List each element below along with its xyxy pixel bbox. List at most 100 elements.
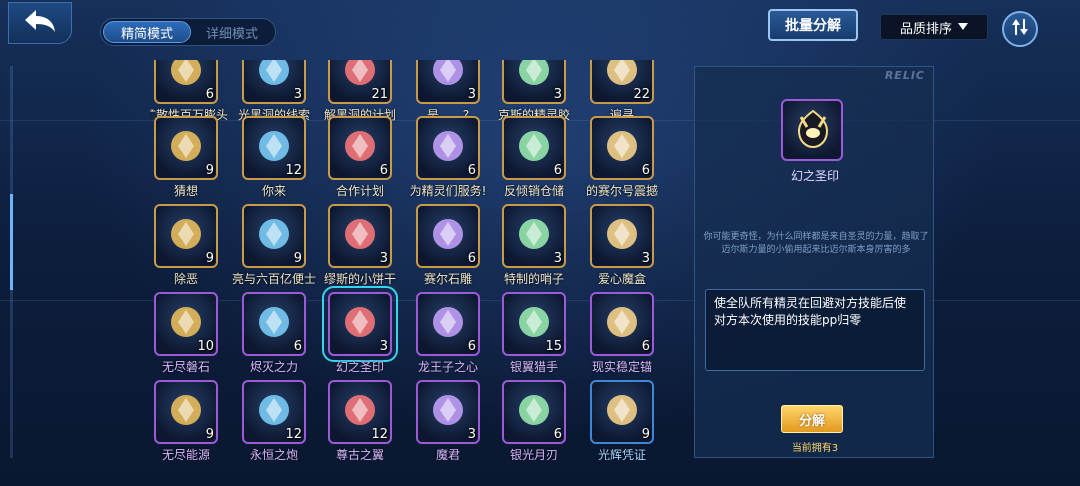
- item-slot[interactable]: 10: [154, 292, 218, 356]
- item-slot[interactable]: 3: [416, 380, 480, 444]
- item-name: 永恒之炮: [249, 448, 298, 460]
- item-count: 6: [641, 339, 650, 354]
- detail-lore: 你可能更奇怪，为什么同样都是来自圣灵的力量，趋取了迈尔斯力量的小偷用起来比迈尔斯…: [703, 232, 929, 255]
- relic-tag: RELIC: [884, 69, 925, 82]
- detail-panel: RELIC 幻之圣印 你可能更奇怪，为什么同样都是来自圣灵的力量，趋取了迈尔斯力…: [694, 66, 934, 458]
- gift-box-icon: [607, 219, 637, 249]
- illusion-seal-icon: [345, 307, 375, 337]
- item-name: 合作计划: [335, 184, 384, 198]
- item-name: 魔君: [435, 448, 460, 460]
- item-count: 22: [633, 87, 650, 102]
- illusion-seal-icon: [797, 109, 829, 149]
- ancient-wing-icon: [345, 395, 375, 425]
- sort-select-label: 品质排序: [899, 21, 952, 37]
- item-count: 3: [553, 87, 562, 102]
- whistle-icon: [519, 219, 549, 249]
- back-button[interactable]: [8, 2, 72, 44]
- item-slot[interactable]: 6: [328, 116, 392, 180]
- item-slot[interactable]: 6: [416, 204, 480, 268]
- item-name: 银翼猎手: [509, 360, 558, 374]
- owned-count: 当前拥有3: [791, 443, 839, 454]
- item-name: 光辉凭证: [597, 448, 646, 460]
- item-count: 9: [205, 251, 214, 266]
- item-slot[interactable]: 6: [590, 116, 654, 180]
- item-count: 15: [545, 339, 562, 354]
- item-count: 6: [467, 339, 476, 354]
- swap-order-button[interactable]: [1002, 11, 1038, 47]
- item-name: 缪斯的小饼干: [323, 272, 396, 286]
- swap-arrows-icon: [1010, 17, 1030, 41]
- item-count: 6: [293, 339, 302, 354]
- item-slot[interactable]: 22: [590, 60, 654, 104]
- item-name: 现实稳定锚: [591, 360, 652, 374]
- item-slot[interactable]: 9: [590, 380, 654, 444]
- blackhole-clue-icon: [259, 60, 289, 85]
- radiant-sun-icon: [607, 395, 637, 425]
- item-slot[interactable]: 6: [242, 292, 306, 356]
- batch-decompose-button[interactable]: 批量分解: [768, 9, 858, 41]
- item-slot[interactable]: 3: [502, 204, 566, 268]
- cooperation-plan-icon: [345, 131, 375, 161]
- item-name: 烬灭之力: [249, 360, 298, 374]
- item-name: 银光月刃: [509, 448, 558, 460]
- red-orb-icon: [171, 395, 201, 425]
- sort-select[interactable]: 品质排序: [880, 14, 988, 40]
- item-count: 3: [379, 251, 388, 266]
- item-count: 3: [467, 87, 476, 102]
- item-slot[interactable]: 12: [242, 380, 306, 444]
- item-grid: 6 扩散性百万膨头 3 光黑洞的线索 21 解黑洞的计划 3 是……? 3 克斯的精灵胶 22 遍寻 9…: [150, 60, 680, 460]
- tab-simple-mode[interactable]: 精简模式: [103, 21, 191, 43]
- item-count: 3: [293, 87, 302, 102]
- item-slot[interactable]: 6: [502, 116, 566, 180]
- service-picture-icon: [433, 131, 463, 161]
- item-count: 6: [467, 163, 476, 178]
- item-slot[interactable]: 9: [154, 204, 218, 268]
- item-name: 幻之圣印: [335, 360, 384, 374]
- item-count: 6: [205, 87, 214, 102]
- item-count: 9: [293, 251, 302, 266]
- item-name: 特制的哨子: [503, 272, 564, 286]
- scroll-thumb[interactable]: [10, 194, 13, 290]
- item-name: 无尽磐石: [161, 360, 210, 374]
- item-count: 3: [641, 251, 650, 266]
- effect-description: 使全队所有精灵在回避对方技能后使对方本次使用的技能pp归零: [705, 289, 925, 371]
- detail-item-name: 幻之圣印: [790, 169, 839, 183]
- decompose-button[interactable]: 分解: [781, 405, 843, 433]
- item-slot[interactable]: 12: [242, 116, 306, 180]
- item-count: 3: [379, 339, 388, 354]
- mode-toggle: 精简模式 详细模式: [100, 18, 276, 46]
- scrollbar[interactable]: [10, 66, 13, 458]
- mushroom-bomb-icon: [171, 60, 201, 85]
- stable-anchor-icon: [607, 307, 637, 337]
- item-slot[interactable]: 12: [328, 380, 392, 444]
- item-count: 6: [553, 427, 562, 442]
- item-slot[interactable]: 6: [502, 380, 566, 444]
- item-slot[interactable]: 6: [416, 116, 480, 180]
- item-slot[interactable]: 3: [416, 60, 480, 104]
- spirit-capsule-icon: [519, 60, 549, 85]
- guess-robot-icon: [171, 131, 201, 161]
- item-slot[interactable]: 9: [154, 116, 218, 180]
- item-slot[interactable]: 6: [154, 60, 218, 104]
- silver-wing-icon: [519, 307, 549, 337]
- item-slot[interactable]: 9: [154, 380, 218, 444]
- robot-face-icon: [433, 60, 463, 85]
- item-slot[interactable]: 3: [590, 204, 654, 268]
- storage-box-icon: [519, 131, 549, 161]
- item-count: 9: [641, 427, 650, 442]
- item-slot[interactable]: 15: [502, 292, 566, 356]
- item-slot[interactable]: 3: [502, 60, 566, 104]
- item-slot[interactable]: 3: [328, 204, 392, 268]
- item-name: 为精灵们服务!: [409, 184, 487, 198]
- item-slot[interactable]: 9: [242, 204, 306, 268]
- item-slot[interactable]: 6: [416, 292, 480, 356]
- back-arrow-icon: [23, 8, 57, 38]
- item-slot[interactable]: 21: [328, 60, 392, 104]
- tab-detail-mode[interactable]: 详细模式: [191, 21, 273, 43]
- seer-ship-icon: [607, 131, 637, 161]
- item-slot[interactable]: 6: [590, 292, 654, 356]
- item-slot[interactable]: 3: [322, 286, 398, 362]
- item-slot[interactable]: 3: [242, 60, 306, 104]
- item-name: 你来: [261, 184, 286, 198]
- caret-down-icon: [958, 20, 968, 35]
